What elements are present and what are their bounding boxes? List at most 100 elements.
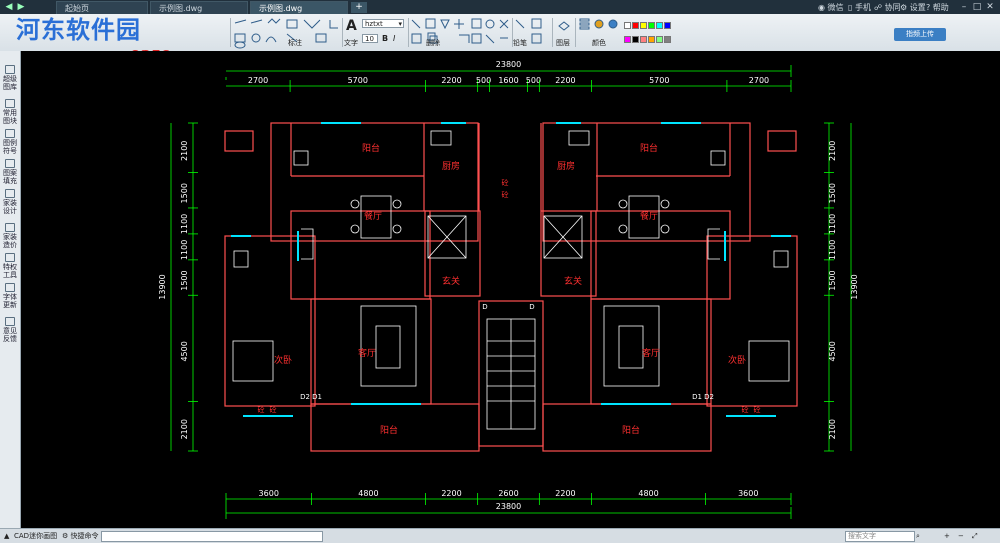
sidebar-item-blocks[interactable]: 常用图块 bbox=[2, 99, 18, 125]
sidebar-item-tools[interactable]: 特权工具 bbox=[2, 253, 18, 279]
sidebar-item-cost[interactable]: 家装造价 bbox=[2, 223, 18, 249]
color-swatch[interactable] bbox=[664, 22, 671, 29]
fit-icon[interactable]: ⤢ bbox=[972, 531, 978, 541]
color-swatch[interactable] bbox=[632, 36, 639, 43]
zoom-out-icon[interactable]: − bbox=[958, 531, 964, 541]
wechat-link[interactable]: ◉ 微信 bbox=[818, 2, 844, 13]
add-tab-button[interactable]: + bbox=[351, 2, 367, 13]
color-swatch[interactable] bbox=[648, 22, 655, 29]
sidebar-item-feedback[interactable]: 意见反馈 bbox=[2, 317, 18, 343]
app-logo-icon: ▲ bbox=[4, 532, 10, 540]
toolbar-icons bbox=[234, 18, 618, 49]
door-window-tags: D DD2 D1 D1 D2砼砼砼砼砼砼 bbox=[258, 178, 761, 414]
room-label: 厨房 bbox=[442, 160, 460, 172]
dimension-text: 2200 bbox=[441, 489, 461, 498]
dimension-text: 2200 bbox=[555, 76, 575, 85]
sidebar-item-label: 图例符号 bbox=[3, 139, 17, 155]
text-tool-icon[interactable]: A bbox=[346, 18, 357, 34]
color-swatch[interactable] bbox=[656, 36, 663, 43]
back-icon[interactable]: ◀ bbox=[4, 2, 14, 12]
dimension-text: 500 bbox=[526, 76, 541, 85]
close-icon[interactable]: ✕ bbox=[984, 1, 996, 13]
dimension-text: 1500 bbox=[180, 183, 189, 203]
layer-label[interactable]: 图层 bbox=[556, 38, 570, 48]
maximize-icon[interactable]: □ bbox=[971, 1, 983, 13]
italic-button[interactable]: I bbox=[393, 34, 395, 43]
font-icon bbox=[5, 283, 15, 292]
color-swatch[interactable] bbox=[664, 36, 671, 43]
color-label[interactable]: 颜色 bbox=[592, 38, 606, 48]
phone-label: 手机 bbox=[854, 3, 871, 12]
dimension-label[interactable]: 标注 bbox=[288, 38, 302, 48]
pencil-label[interactable]: 铅笔 bbox=[513, 38, 527, 48]
search-input[interactable]: 搜索文字 bbox=[845, 531, 915, 542]
color-swatch[interactable] bbox=[656, 22, 663, 29]
watermark-title: 河东软件园 bbox=[16, 15, 141, 44]
color-swatch[interactable] bbox=[624, 36, 631, 43]
bold-button[interactable]: B bbox=[382, 34, 388, 43]
dimension-text: 2600 bbox=[498, 489, 518, 498]
dimension-text: 2200 bbox=[555, 489, 575, 498]
font-name-select[interactable]: hztxt ▾ bbox=[362, 19, 404, 28]
pencil-icon bbox=[5, 223, 15, 232]
color-swatch[interactable] bbox=[640, 22, 647, 29]
app-name-label: CAD迷你画图 bbox=[14, 532, 58, 540]
sidebar-item-symbols[interactable]: 图例符号 bbox=[2, 129, 18, 155]
sidebar-item-label: 常用图块 bbox=[3, 109, 17, 125]
dimension-text: 3600 bbox=[738, 489, 758, 498]
font-name-value: hztxt bbox=[365, 20, 383, 28]
tab-drawing-2[interactable]: 示例图.dwg bbox=[250, 1, 348, 14]
color-swatch[interactable] bbox=[632, 22, 639, 29]
search-icon[interactable]: ⌕ bbox=[916, 531, 920, 541]
color-swatch[interactable] bbox=[648, 36, 655, 43]
room-label: 次卧 bbox=[728, 354, 746, 366]
phone-link[interactable]: ▯ 手机 bbox=[848, 2, 871, 13]
dimension-total-text: 13900 bbox=[850, 274, 859, 299]
blocks-icon bbox=[5, 99, 15, 108]
collab-link[interactable]: ☍ 协同 bbox=[874, 2, 901, 13]
library-icon bbox=[5, 65, 15, 74]
door-tag: 砼 bbox=[754, 405, 761, 414]
wechat-label: 微信 bbox=[827, 3, 844, 12]
quick-command-button[interactable]: ⚙ 快捷命令 bbox=[62, 531, 99, 541]
sidebar-item-interior[interactable]: 家装设计 bbox=[2, 189, 18, 215]
toolbar-separator bbox=[408, 18, 409, 47]
settings-link[interactable]: ⚙ 设置 bbox=[900, 2, 926, 13]
dimension-total-text: 13900 bbox=[158, 274, 167, 299]
dimension-text: 3600 bbox=[259, 489, 279, 498]
toolbar-separator bbox=[230, 18, 231, 47]
dimension-total-text: 23800 bbox=[496, 60, 521, 69]
color-swatch[interactable] bbox=[624, 22, 631, 29]
plan-geometry bbox=[224, 122, 798, 452]
room-label: 阳台 bbox=[380, 424, 398, 436]
help-link[interactable]: ? 帮助 bbox=[926, 2, 949, 13]
room-label: 客厅 bbox=[358, 347, 376, 359]
dimension-lines: 2700 5700 2200 500 1600 500 2200 5700 2700 23800 3… bbox=[158, 60, 859, 519]
upload-button[interactable]: 指频上传 bbox=[894, 28, 946, 41]
draw-tools-group[interactable] bbox=[234, 18, 338, 49]
room-label: 玄关 bbox=[442, 275, 460, 287]
left-sidebar: 超级图库 常用图块 图例符号 图案填充 家装设计 家装造价 特权工具 字体更新 … bbox=[0, 51, 21, 528]
color-swatch[interactable] bbox=[640, 36, 647, 43]
command-input[interactable] bbox=[101, 531, 323, 542]
font-size-select[interactable]: 10 bbox=[362, 34, 378, 43]
sidebar-item-fonts[interactable]: 字体更新 bbox=[2, 283, 18, 309]
room-label: 客厅 bbox=[642, 347, 660, 359]
dimension-text: 500 bbox=[476, 76, 491, 85]
sidebar-item-label: 超级图库 bbox=[3, 75, 17, 91]
door-tag: D1 bbox=[692, 393, 702, 401]
sidebar-item-hatch[interactable]: 图案填充 bbox=[2, 159, 18, 185]
sidebar-item-library[interactable]: 超级图库 bbox=[2, 65, 18, 91]
room-label: 阳台 bbox=[640, 142, 658, 154]
sidebar-item-label: 特权工具 bbox=[3, 263, 17, 279]
dimension-text: 1100 bbox=[180, 240, 189, 260]
title-bar: ◀ ▶ 起始页 示例图.dwg 示例图.dwg + ◉ 微信 ▯ 手机 ☍ 协同… bbox=[0, 0, 1000, 14]
delete-label[interactable]: 删除 bbox=[426, 38, 440, 48]
zoom-in-icon[interactable]: + bbox=[944, 531, 950, 541]
toolbar-separator bbox=[342, 18, 343, 47]
tab-drawing-1[interactable]: 示例图.dwg bbox=[150, 1, 248, 14]
minimize-icon[interactable]: – bbox=[958, 1, 970, 13]
door-tag: 砼 bbox=[270, 405, 277, 414]
text-tool-label[interactable]: 文字 bbox=[344, 38, 358, 48]
drawing-canvas[interactable]: 2700 5700 2200 500 1600 500 2200 5700 2700 23800 3… bbox=[21, 51, 1000, 528]
